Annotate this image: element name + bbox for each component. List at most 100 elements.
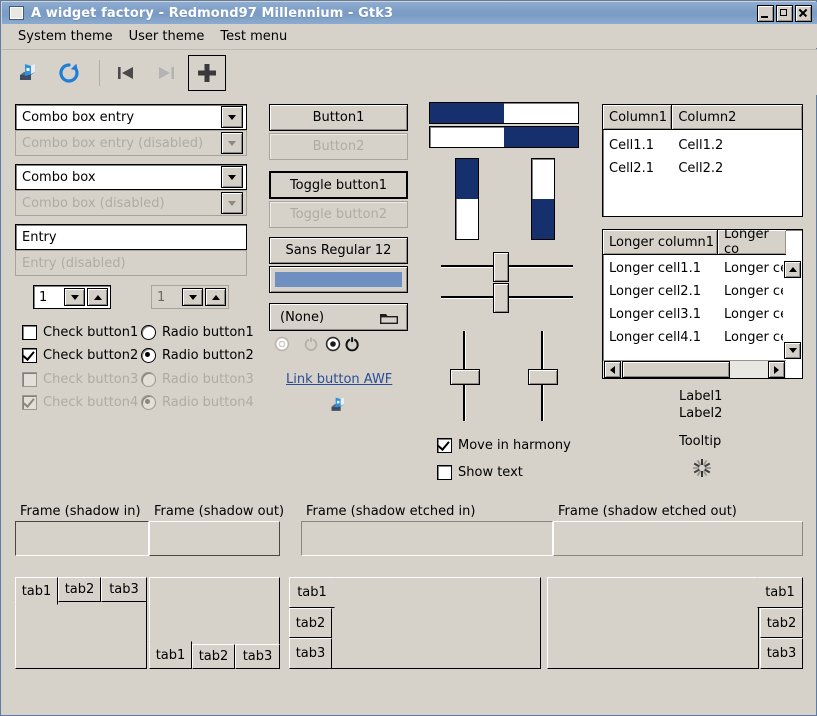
treeview-1-cell: Cell2.2 [678,161,724,176]
menu-item-system-theme[interactable]: System theme [10,27,121,46]
notebook-tabs-left-tab-3[interactable]: tab3 [289,638,332,669]
scale-horizontal-1[interactable] [441,251,573,282]
button-1[interactable]: Button1 [269,104,408,131]
toggle-button-1[interactable]: Toggle button1 [269,171,408,199]
vertical-progressbar-top [455,158,479,240]
chevron-up-icon [93,294,102,300]
scroll-down-button[interactable] [784,342,801,359]
notebook-tabs-bottom-tab-2[interactable]: tab2 [192,644,235,669]
toolbar-add-button[interactable] [188,54,226,91]
scale-vertical-1[interactable] [449,331,480,421]
spin-button-disabled: 1 [151,285,229,309]
radio-selected-icon [141,395,156,410]
treeview-2[interactable]: Longer column1 Longer co Longer cell1.1 … [602,229,803,379]
treeview-2-column-2[interactable]: Longer co [718,230,786,257]
table-row[interactable]: Longer cell3.1 Longer ce [603,303,802,326]
radio-selected-icon [141,348,156,363]
color-button[interactable] [269,266,408,293]
treeview-1-cell: Cell1.1 [609,138,654,153]
notebook-tabs-right-tab-3[interactable]: tab3 [760,638,803,669]
file-chooser-button[interactable]: (None) [269,303,408,331]
scroll-up-button[interactable] [784,261,801,278]
combo-box-entry-arrow[interactable] [221,106,243,128]
switch-on[interactable] [324,335,380,357]
scale-vertical-2[interactable] [527,331,558,421]
triangle-right-icon [774,365,779,374]
minimize-button[interactable] [757,5,774,22]
entry-field[interactable]: Entry [15,224,247,250]
notebook-tabs-left-tab-2[interactable]: tab2 [289,608,332,638]
font-button[interactable]: Sans Regular 12 [269,237,408,264]
notebook-tabs-top-tab-1[interactable]: tab1 [15,577,58,605]
combo-box[interactable]: Combo box [15,164,247,190]
notebook-tabs-right-tab-1[interactable]: tab1 [757,577,803,608]
notebook-tabs-top-page [15,601,147,669]
notebook-tabs-bottom-tab-3[interactable]: tab3 [235,644,280,669]
label-1: Label1 [679,389,723,404]
notebook-tabs-top-tab-3[interactable]: tab3 [101,577,147,602]
radio-button-1[interactable]: Radio button1 [141,325,254,340]
notebook-tabs-bottom-tab-1[interactable]: tab1 [149,641,192,669]
close-button[interactable] [795,5,812,22]
chevron-up-icon [211,294,220,300]
table-row[interactable]: Longer cell1.1 Longer ce [603,257,802,280]
scale-horizontal-2[interactable] [441,282,573,313]
scrollbar-thumb[interactable] [622,361,730,378]
scroll-left-button[interactable] [604,361,621,378]
check-button-1[interactable]: Check button1 [22,325,138,340]
toolbar [2,49,817,95]
app-image-icon [329,395,349,419]
check-button-2-label: Check button2 [43,348,139,363]
table-row[interactable]: Cell1.1 Cell1.2 [603,134,802,157]
scale-thumb[interactable] [528,369,558,385]
chevron-down-icon [70,294,79,300]
toolbar-goto-first-button[interactable] [108,56,144,90]
show-text-label: Show text [458,465,523,480]
treeview-1-column-1[interactable]: Column1 [603,105,673,129]
scale-thumb[interactable] [493,283,509,313]
toolbar-refresh-button[interactable] [51,56,87,90]
link-button[interactable]: Link button AWF [286,372,392,387]
combo-box-disabled: Combo box (disabled) [15,190,247,216]
treeview-1-column-2[interactable]: Column2 [672,105,802,129]
treeview-2-horizontal-scrollbar[interactable] [603,360,786,378]
scale-thumb[interactable] [450,369,480,385]
combo-box-entry[interactable]: Combo box entry [15,104,247,130]
treeview-2-column-1[interactable]: Longer column1 [603,230,718,254]
chevron-down-icon [188,294,197,300]
menu-item-user-theme[interactable]: User theme [121,27,213,46]
scroll-right-button[interactable] [768,361,785,378]
color-swatch [275,272,402,287]
table-row[interactable]: Longer cell2.1 Longer ce [603,280,802,303]
spin-button-up[interactable] [87,288,108,306]
show-text-checkbox[interactable]: Show text [437,465,523,480]
power-icon [345,337,359,352]
spin-button[interactable]: 1 [33,285,111,309]
treeview-2-vertical-scrollbar[interactable] [783,257,802,361]
combo-box-arrow[interactable] [221,166,243,188]
radio-icon [141,325,156,340]
folder-icon [380,314,398,324]
triangle-up-icon [788,267,797,272]
radio-button-2[interactable]: Radio button2 [141,348,254,363]
table-row[interactable]: Cell2.1 Cell2.2 [603,157,802,180]
treeview-2-cell: Longer cell4.1 [609,330,701,345]
power-icon [304,337,318,351]
notebook-tabs-right-tab-2[interactable]: tab2 [760,608,803,638]
table-row[interactable]: Longer cell4.1 Longer ce [603,326,802,349]
move-in-harmony-checkbox[interactable]: Move in harmony [437,438,571,453]
notebook-tabs-top-tab-2[interactable]: tab2 [58,577,101,602]
toolbar-open-button[interactable] [11,56,47,90]
spin-button-down[interactable] [64,288,85,306]
entry-field-disabled: Entry (disabled) [15,250,247,276]
refresh-icon [59,62,79,83]
check-button-2[interactable]: Check button2 [22,348,138,363]
notebook-tabs-left-tab-1[interactable]: tab1 [289,577,335,608]
scale-thumb[interactable] [493,252,509,282]
maximize-button[interactable] [776,5,793,22]
treeview-1[interactable]: Column1 Column2 Cell1.1 Cell1.2 Cell2.1 … [602,104,803,217]
frame-shadow-etched-in-title: Frame (shadow etched in) [303,504,479,519]
menubar: System theme User theme Test menu [2,24,817,48]
treeview-2-cell: Longer cell2.1 [609,284,701,299]
menu-item-test-menu[interactable]: Test menu [212,27,295,46]
